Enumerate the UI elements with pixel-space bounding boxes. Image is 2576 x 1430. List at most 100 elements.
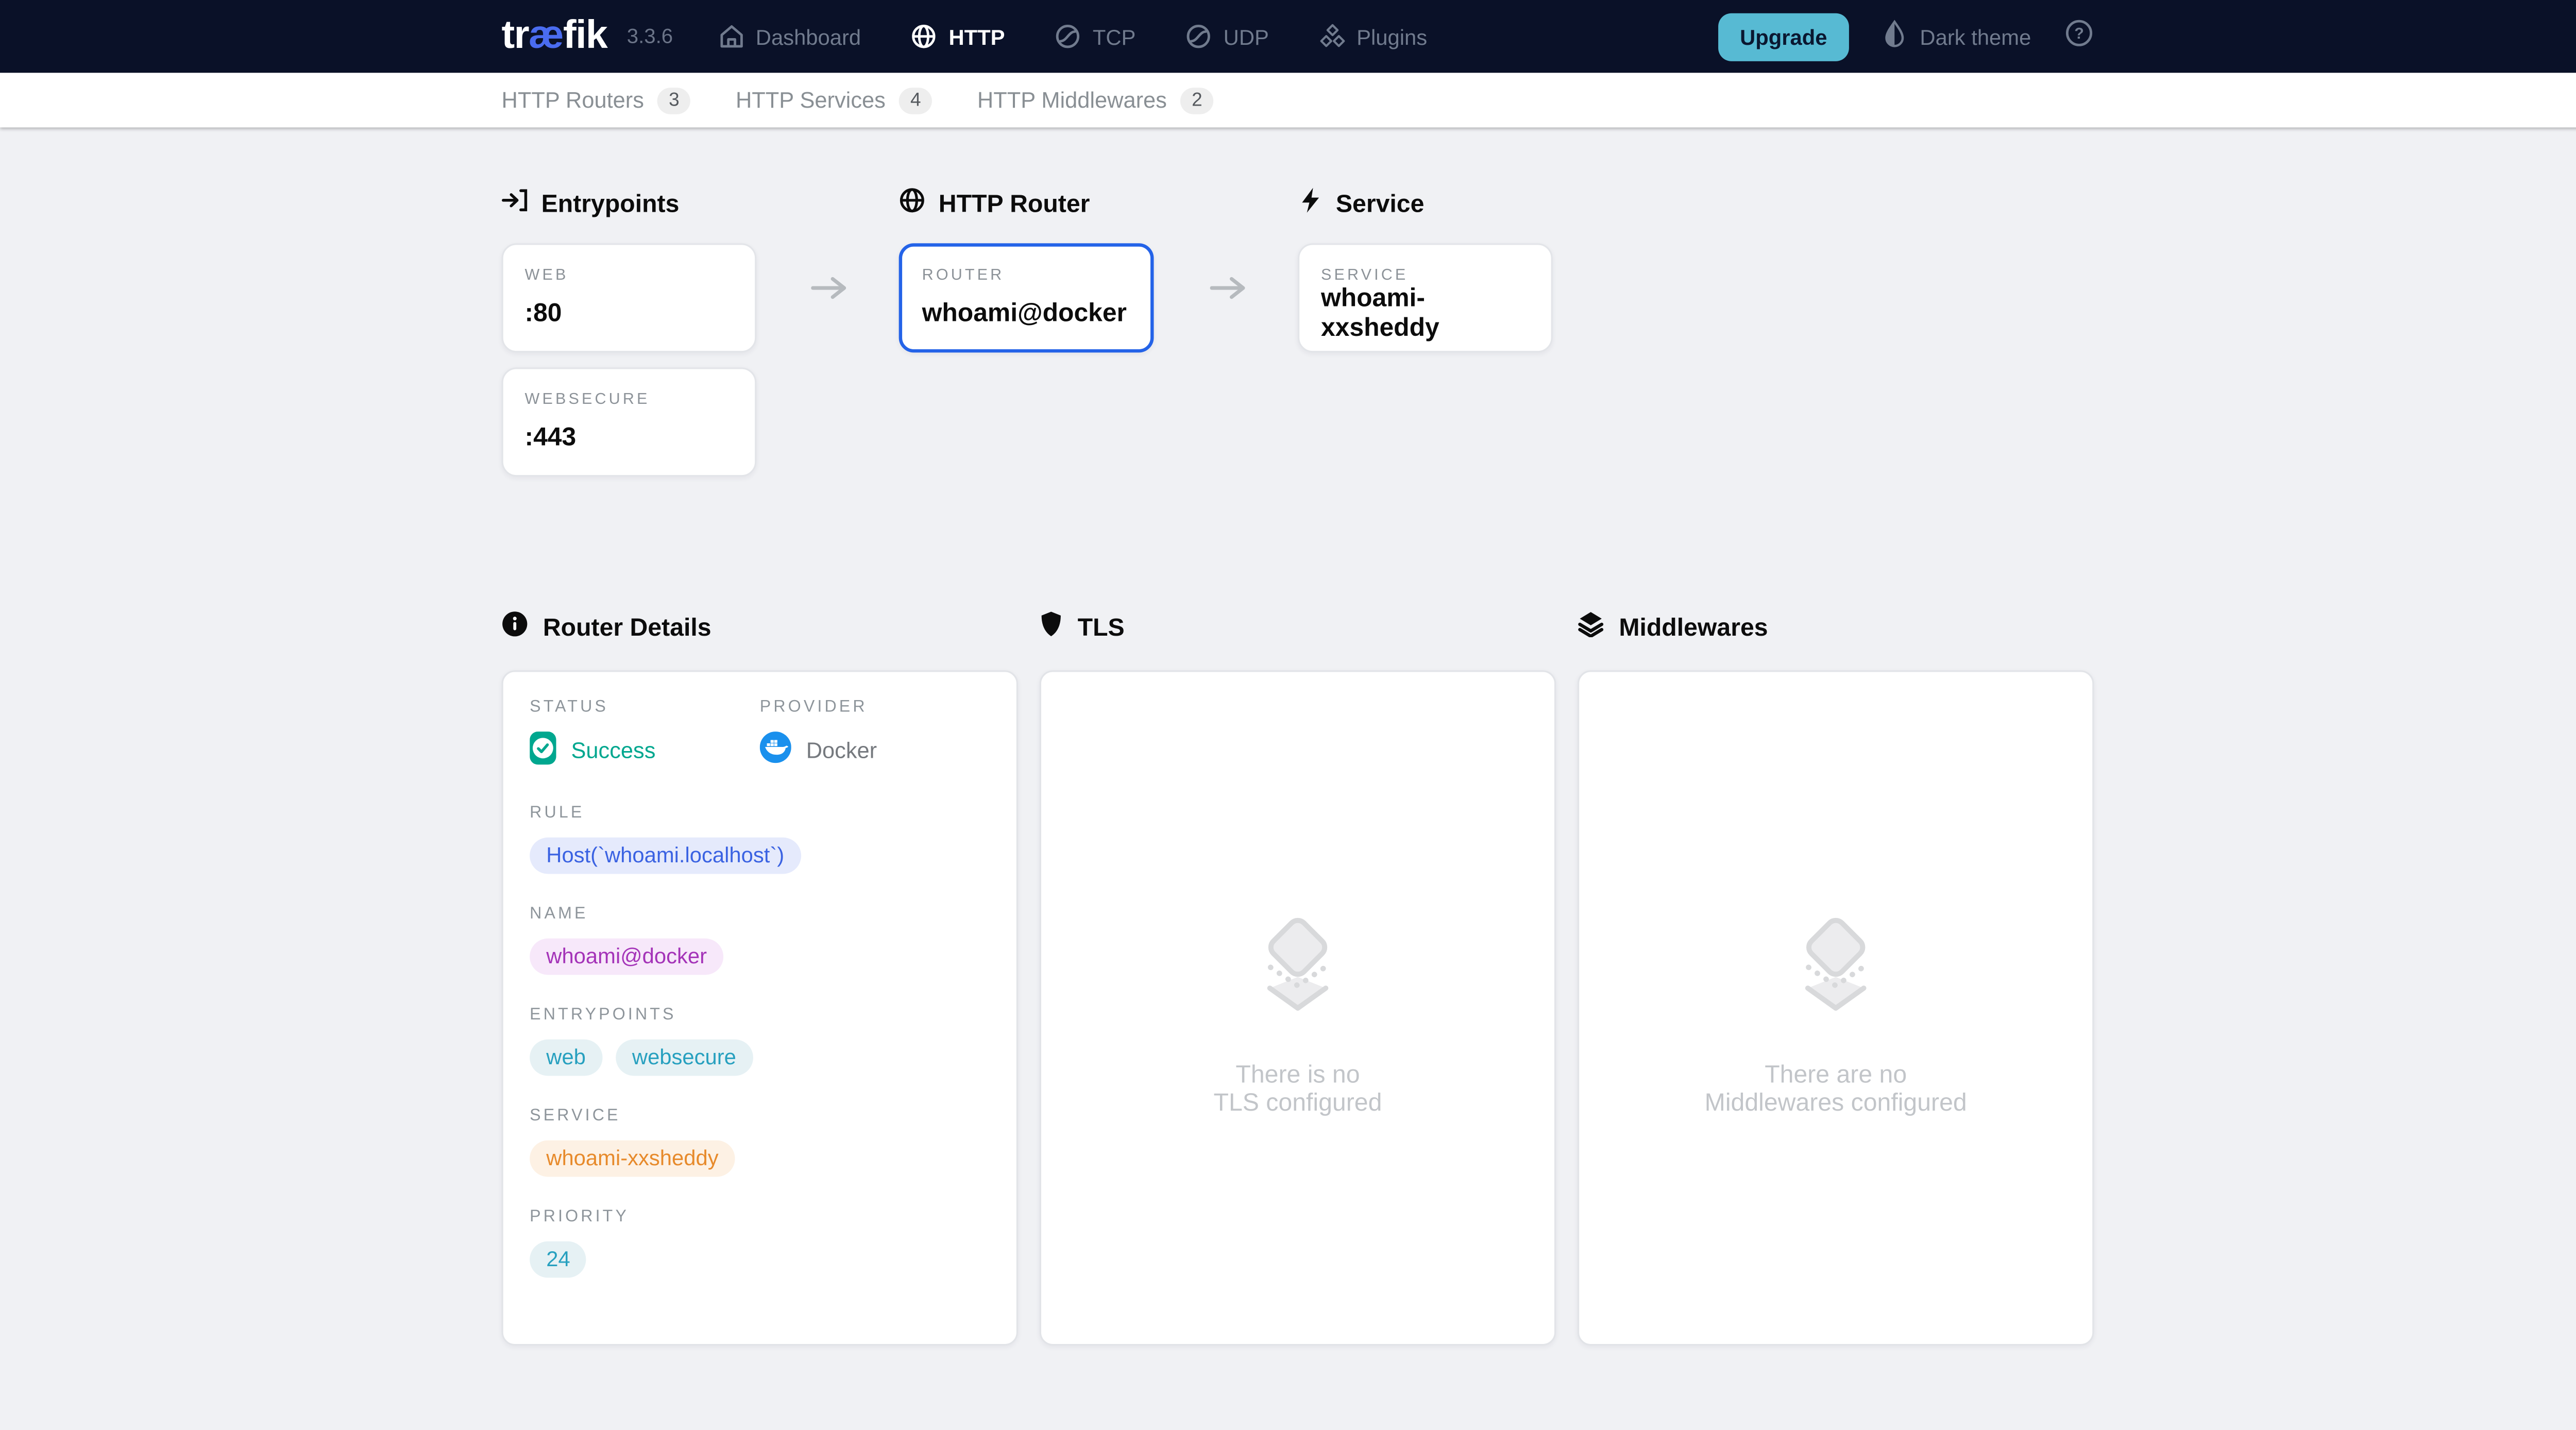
top-navbar: træfik 3.3.6 Dashboard HTTP TCP UDP [0,0,2576,73]
tls-empty-state: There is no TLS configured [1041,672,1554,1343]
service-title: Service [1298,187,1553,220]
section-title: TLS [1078,613,1125,641]
tab-count-badge: 3 [657,87,691,113]
card-value: whoami-xxsheddy [1321,285,1530,345]
card-label: SERVICE [1321,266,1530,284]
name-field: NAME whoami@docker [530,906,990,975]
tab-http-middlewares[interactable]: HTTP Middlewares 2 [977,87,1214,113]
tab-http-services[interactable]: HTTP Services 4 [736,87,933,113]
info-icon [502,611,528,644]
theme-label: Dark theme [1920,24,2031,49]
service-pill[interactable]: whoami-xxsheddy [530,1140,735,1177]
section-title: HTTP Router [939,190,1090,218]
entrypoint-pill[interactable]: web [530,1040,602,1076]
rule-field: RULE Host(`whoami.localhost`) [530,805,990,874]
nav-item-dashboard[interactable]: Dashboard [718,23,861,49]
layers-icon [1578,611,1604,644]
service-column: Service SERVICE whoami-xxsheddy [1298,187,1553,352]
priority-pill: 24 [530,1241,587,1278]
home-icon [718,23,744,49]
section-title: Entrypoints [541,190,680,218]
card-entrypoint-websecure[interactable]: WEBSECURE :443 [502,367,757,476]
tab-http-routers[interactable]: HTTP Routers 3 [502,87,691,113]
version-label: 3.3.6 [627,25,673,48]
middlewares-empty-state: There are no Middlewares configured [1579,672,2092,1343]
protocol-icon [1185,23,1212,49]
card-value: whoami@docker [922,300,1131,330]
lightning-icon [1298,187,1323,220]
middlewares-column: Middlewares There are no Middlewar [1578,611,2094,1346]
plugins-icon [1318,23,1345,49]
field-label: ENTRYPOINTS [530,1007,990,1025]
card-value: :80 [525,300,734,330]
sign-in-icon [502,187,528,220]
traefik-logo[interactable]: træfik [502,13,607,60]
detail-panels-section: Router Details STATUS Success PROVIDER [502,611,2094,1346]
router-flow-section: Entrypoints WEB :80 WEBSECURE :443 HTTP … [502,127,2094,610]
tab-label: HTTP Routers [502,88,644,112]
service-field: SERVICE whoami-xxsheddy [530,1107,990,1177]
logo-accent-text: æ [529,13,563,58]
middlewares-panel: There are no Middlewares configured [1578,670,2094,1346]
name-pill: whoami@docker [530,939,723,975]
tab-label: HTTP Services [736,88,886,112]
entrypoint-pill[interactable]: websecure [616,1040,753,1076]
logo-text: fik [563,13,607,58]
entrypoints-column: Entrypoints WEB :80 WEBSECURE :443 [502,187,757,476]
middlewares-empty-text: There are no Middlewares configured [1705,1061,1967,1118]
rule-pill: Host(`whoami.localhost`) [530,838,801,874]
field-label: NAME [530,906,990,924]
provider-value: Docker [806,737,877,762]
status-provider-row: STATUS Success PROVIDER Docker [530,699,990,770]
card-label: WEB [525,266,734,284]
nav-label: Plugins [1357,24,1427,49]
help-icon: ? [2064,18,2094,56]
nav-label: TCP [1093,24,1136,49]
card-label: ROUTER [922,266,1131,284]
globe-icon [911,23,937,49]
card-router[interactable]: ROUTER whoami@docker [899,243,1154,352]
entrypoints-title: Entrypoints [502,187,757,220]
nav-item-plugins[interactable]: Plugins [1318,23,1427,49]
upgrade-button[interactable]: Upgrade [1718,12,1849,60]
tab-count-badge: 2 [1180,87,1214,113]
globe-icon [899,187,925,220]
field-label: RULE [530,805,990,823]
theme-toggle[interactable]: Dark theme [1882,19,2031,54]
status-check-badge-icon [530,731,556,770]
section-title: Service [1336,190,1425,218]
card-entrypoint-web[interactable]: WEB :80 [502,243,757,352]
router-details-panel: STATUS Success PROVIDER Docker [502,670,1018,1346]
tls-panel: There is no TLS configured [1040,670,1556,1346]
field-label: SERVICE [530,1107,990,1125]
middlewares-title: Middlewares [1578,611,2094,644]
http-router-title: HTTP Router [899,187,1154,220]
section-title: Middlewares [1619,613,1768,641]
flow-arrow [1210,275,1253,309]
nav-label: HTTP [948,24,1005,49]
card-label: WEBSECURE [525,390,734,408]
card-service[interactable]: SERVICE whoami-xxsheddy [1298,243,1553,352]
shield-icon [1040,611,1063,644]
http-router-column: HTTP Router ROUTER whoami@docker [899,187,1154,352]
priority-field: PRIORITY 24 [530,1208,990,1278]
tls-title: TLS [1040,611,1556,644]
nav-right-controls: Upgrade Dark theme ? [1718,12,2094,60]
nav-label: Dashboard [756,24,861,49]
nav-label: UDP [1224,24,1269,49]
tls-empty-text: There is no TLS configured [1214,1061,1382,1118]
help-button[interactable]: ? [2064,18,2094,56]
tls-column: TLS There is no TLS configured [1040,611,1556,1346]
section-title: Router Details [543,613,711,641]
router-details-title: Router Details [502,611,1018,644]
field-label: PRIORITY [530,1208,990,1226]
field-label: PROVIDER [760,699,990,717]
nav-item-tcp[interactable]: TCP [1055,23,1136,49]
nav-item-udp[interactable]: UDP [1185,23,1269,49]
nav-item-http[interactable]: HTTP [911,23,1005,49]
status-value: Success [571,738,655,763]
status-block: STATUS Success [530,699,760,770]
traefik-dashboard: træfik 3.3.6 Dashboard HTTP TCP UDP [0,0,2576,1430]
http-subnav: HTTP Routers 3 HTTP Services 4 HTTP Midd… [0,73,2576,127]
provider-block: PROVIDER Docker [760,699,990,770]
